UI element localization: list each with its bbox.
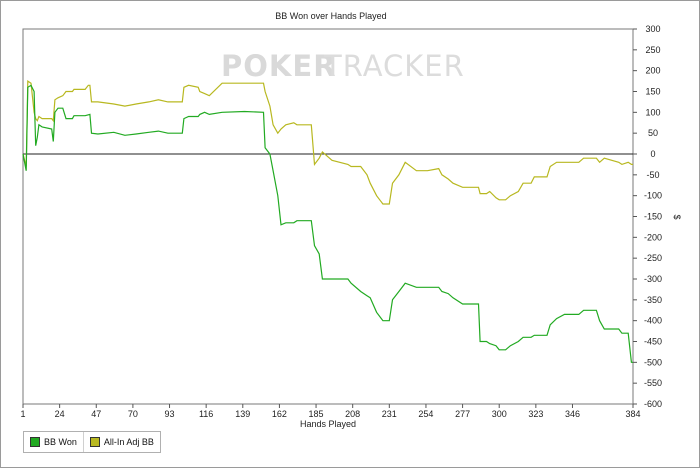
watermark-text-poker: POKER [221,49,337,83]
legend-swatch [30,437,40,447]
x-tick-label: 277 [455,409,470,419]
legend-label: All-In Adj BB [103,437,154,447]
series-layer [22,80,633,363]
chart-svg: BB Won over Hands Played POKER TRACKER 3… [20,11,682,429]
y-tick-label: 150 [645,87,660,97]
legend-item-1[interactable]: All-In Adj BB [82,432,160,452]
watermark-logo: POKER TRACKER [221,49,465,83]
x-tick-label: 1 [20,409,25,419]
y-tick-label: -350 [644,295,662,305]
y-tick-label: -50 [646,170,659,180]
x-tick-label: 300 [492,409,507,419]
x-tick-label: 346 [565,409,580,419]
legend-label: BB Won [44,437,77,447]
y-tick-label: -600 [644,399,662,409]
x-tick-label: 185 [309,409,324,419]
legend-item-0[interactable]: BB Won [24,432,83,452]
series-line-0 [22,84,633,363]
x-tick-label: 24 [55,409,65,419]
y-tick-label: 300 [645,24,660,34]
y-tick-label: 250 [645,45,660,55]
y-tick-label: -500 [644,357,662,367]
y-tick-label: -150 [644,212,662,222]
x-tick-label: 231 [382,409,397,419]
y-axis: 300 250 200 150 100 50 0 -50 -100 -150 -200 -250 -30… [633,24,662,409]
y-tick-label: -400 [644,316,662,326]
plot-area [22,28,634,405]
series-line-1 [22,80,633,205]
y-tick-label: -300 [644,274,662,284]
y-tick-label: -250 [644,253,662,263]
legend: BB Won All-In Adj BB [23,431,161,453]
x-tick-label: 139 [235,409,250,419]
legend-swatch [89,437,100,447]
y-tick-label: 100 [645,107,660,117]
y-tick-label: -450 [644,337,662,347]
y-axis-title: $ [672,214,682,219]
y-tick-label: 200 [645,66,660,76]
x-tick-label: 47 [91,409,101,419]
x-tick-label: 93 [165,409,175,419]
watermark-text-tracker: TRACKER [323,49,465,83]
y-tick-label: -100 [644,191,662,201]
x-tick-label: 116 [199,409,213,419]
x-axis-title: Hands Played [300,419,356,429]
x-tick-label: 323 [528,409,543,419]
x-tick-label: 384 [625,409,640,419]
chart-title: BB Won over Hands Played [275,11,386,21]
x-axis: 1 24 47 70 93 116 139 162 185 208 231 254 277 300 323 3… [20,404,641,419]
x-tick-label: 208 [345,409,360,419]
x-tick-label: 70 [128,409,138,419]
y-tick-label: -550 [644,378,662,388]
y-tick-label: -200 [644,232,662,242]
y-tick-label: 0 [650,149,655,159]
y-tick-label: 50 [648,128,658,138]
x-tick-label: 254 [418,409,433,419]
x-tick-label: 162 [272,409,287,419]
chart-frame: BB Won over Hands Played POKER TRACKER 3… [0,0,700,468]
